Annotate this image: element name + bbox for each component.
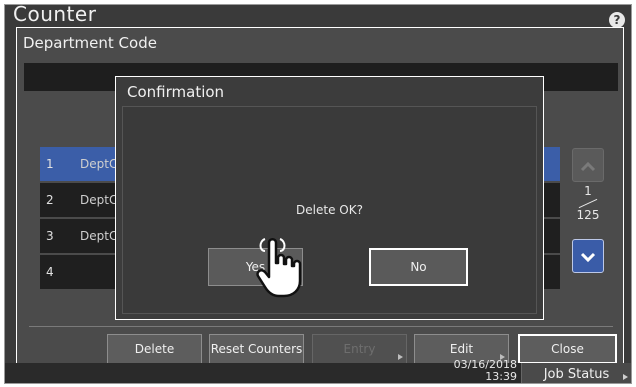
delete-button[interactable]: Delete <box>107 334 202 364</box>
page-separator <box>570 198 606 208</box>
page-current: 1 <box>584 184 592 198</box>
row-name: DeptC <box>80 193 118 207</box>
pointing-hand-icon <box>256 238 302 298</box>
help-icon[interactable]: ? <box>609 12 625 28</box>
dialog-message: Delete OK? <box>296 203 363 217</box>
row-name: DeptC <box>80 229 118 243</box>
dialog-body: Delete OK? Yes No <box>122 106 537 314</box>
scroll-down-button[interactable] <box>572 239 604 273</box>
row-number: 3 <box>46 229 54 243</box>
app-title: Counter <box>13 4 97 26</box>
chevron-down-icon <box>580 252 596 263</box>
date-time: 03/16/2018 13:39 <box>454 359 517 383</box>
time-text: 13:39 <box>485 370 517 383</box>
status-bar: 03/16/2018 13:39 Job Status <box>5 359 631 383</box>
page-indicator: 1 125 <box>570 184 606 222</box>
reset-counters-button[interactable]: Reset Counters <box>209 334 304 364</box>
entry-label: Entry <box>343 342 376 356</box>
row-number: 4 <box>46 265 54 279</box>
no-button[interactable]: No <box>369 248 468 286</box>
row-name: DeptC <box>80 157 118 171</box>
confirmation-dialog: Confirmation Delete OK? Yes No <box>115 76 544 320</box>
edit-label: Edit <box>449 342 474 356</box>
touch-panel-screen: Counter ? Department Code 1 DeptC 2 Dept… <box>4 4 632 384</box>
panel-title: Department Code <box>23 34 157 52</box>
page-total: 125 <box>576 208 600 222</box>
chevron-up-icon <box>580 161 596 172</box>
dialog-title: Confirmation <box>127 83 225 101</box>
panel-divider <box>29 326 613 327</box>
row-number: 1 <box>46 157 54 171</box>
entry-button[interactable]: Entry <box>312 334 407 364</box>
job-status-button[interactable]: Job Status <box>521 363 631 383</box>
submenu-arrow-icon <box>398 354 403 360</box>
close-button[interactable]: Close <box>518 334 617 364</box>
row-number: 2 <box>46 193 54 207</box>
scroll-up-button[interactable] <box>572 148 604 182</box>
